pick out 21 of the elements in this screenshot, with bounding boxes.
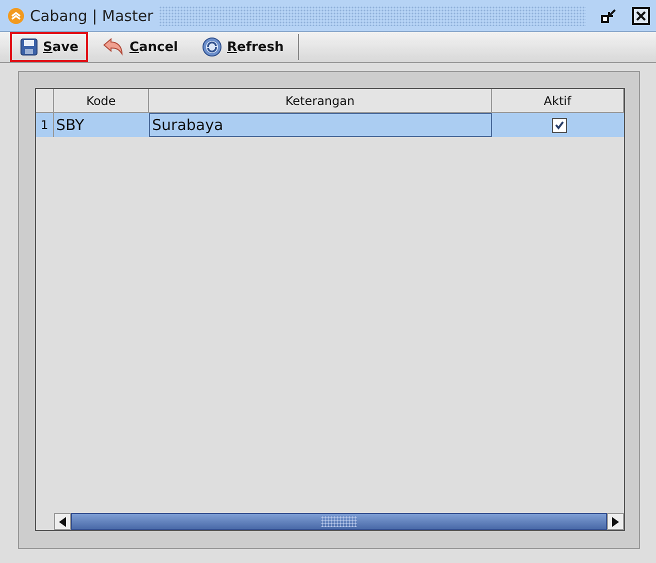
- column-header[interactable]: Keterangan: [149, 89, 492, 113]
- window-title: Cabang | Master: [30, 6, 154, 24]
- refresh-icon: [202, 37, 222, 57]
- app-logo-icon: [8, 8, 24, 24]
- cancel-button[interactable]: Cancel: [92, 32, 188, 62]
- table-cell: Surabaya: [149, 113, 492, 137]
- checkbox[interactable]: [552, 118, 566, 132]
- scroll-right-button[interactable]: [607, 513, 624, 530]
- right-arrow-icon: [612, 516, 619, 526]
- table-cell: SBY: [54, 113, 149, 137]
- row-number: 1: [36, 113, 54, 137]
- undo-arrow-icon: [102, 38, 124, 56]
- left-arrow-icon: [59, 516, 66, 526]
- close-icon[interactable]: [632, 6, 650, 24]
- save-button[interactable]: Save: [10, 32, 88, 62]
- refresh-button[interactable]: Refresh: [192, 32, 294, 62]
- scrollbar-thumb[interactable]: [71, 513, 607, 530]
- restore-icon[interactable]: [600, 6, 618, 24]
- column-header[interactable]: Kode: [54, 89, 149, 113]
- scroll-left-button[interactable]: [54, 513, 71, 530]
- column-header[interactable]: Aktif: [492, 89, 624, 113]
